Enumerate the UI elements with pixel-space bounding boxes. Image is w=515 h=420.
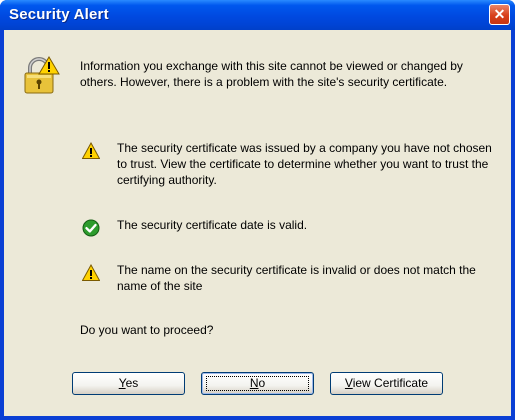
security-alert-dialog: Security Alert ✕ Information you exchang…: [0, 0, 515, 420]
focus-rectangle: [206, 376, 309, 391]
yes-label-rest: es: [125, 376, 139, 390]
view-access-key: V: [344, 376, 353, 390]
warning-icon: [82, 142, 100, 159]
warning-untrusted-issuer-text: The security certificate was issued by a…: [117, 141, 492, 187]
close-button[interactable]: ✕: [489, 4, 510, 25]
lock-warning-icon: [24, 56, 60, 94]
yes-button[interactable]: Yes: [72, 372, 185, 395]
proceed-question: Do you want to proceed?: [80, 323, 214, 337]
window-title: Security Alert: [9, 6, 109, 23]
close-icon: ✕: [493, 6, 506, 22]
intro-text: Information you exchange with this site …: [80, 59, 463, 89]
warning-icon: [82, 264, 100, 281]
yes-access-key: Y: [118, 376, 126, 390]
warning-name-mismatch-text: The name on the security certificate is …: [117, 263, 476, 293]
view-certificate-button[interactable]: View Certificate: [330, 372, 443, 395]
no-button[interactable]: No: [201, 372, 314, 395]
check-icon: [82, 219, 100, 237]
title-bar[interactable]: Security Alert ✕: [0, 0, 515, 30]
dialog-body: Information you exchange with this site …: [4, 30, 511, 416]
view-label-rest: iew Certificate: [352, 376, 429, 390]
date-valid-text: The security certificate date is valid.: [117, 218, 308, 232]
